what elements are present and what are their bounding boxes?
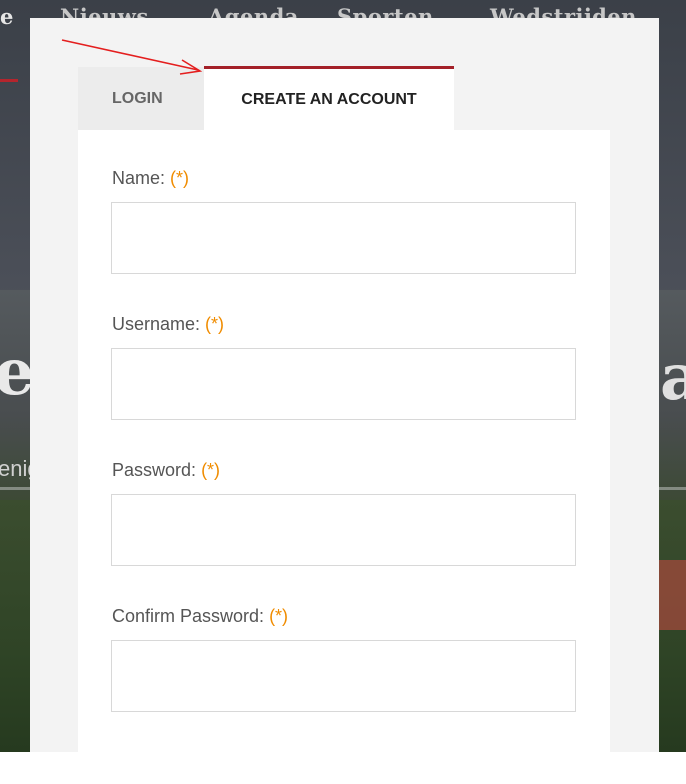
required-marker: (*) xyxy=(201,460,221,480)
confirm-password-label: Confirm Password: (*) xyxy=(112,606,288,627)
tab-create-account[interactable]: CREATE AN ACCOUNT xyxy=(204,66,454,131)
name-label-text: Name: xyxy=(112,168,166,188)
register-form: Name: (*) Username: (*) Password: (*) Co… xyxy=(78,130,610,752)
required-marker: (*) xyxy=(205,314,225,334)
hero-title-right: a xyxy=(660,340,686,415)
required-marker: (*) xyxy=(170,168,190,188)
confirm-password-label-text: Confirm Password: xyxy=(112,606,265,626)
password-label-text: Password: xyxy=(112,460,197,480)
username-label-text: Username: xyxy=(112,314,201,334)
required-marker: (*) xyxy=(269,606,289,626)
nav-active-underline xyxy=(0,79,18,82)
arrow-shaft xyxy=(61,39,199,71)
name-field[interactable] xyxy=(111,202,576,274)
username-field[interactable] xyxy=(111,348,576,420)
confirm-password-field[interactable] xyxy=(111,640,576,712)
password-field[interactable] xyxy=(111,494,576,566)
account-modal: LOGIN CREATE AN ACCOUNT Name: (*) Userna… xyxy=(30,18,659,752)
red-arrow-annotation xyxy=(61,39,203,75)
nav-item-home[interactable]: e xyxy=(0,4,14,29)
password-label: Password: (*) xyxy=(112,460,220,481)
username-label: Username: (*) xyxy=(112,314,224,335)
name-label: Name: (*) xyxy=(112,168,189,189)
